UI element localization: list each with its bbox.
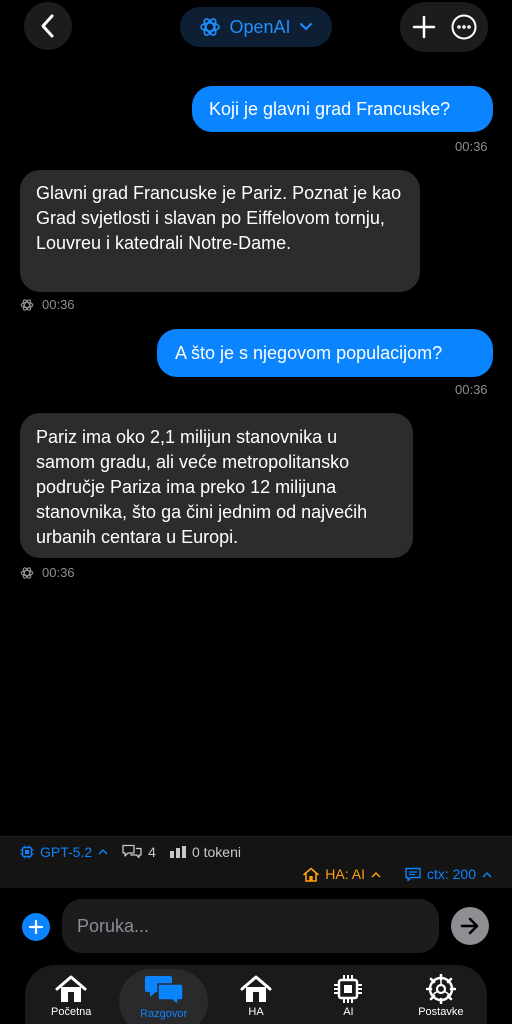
home-icon bbox=[240, 975, 272, 1002]
tab-label: Razgovor bbox=[140, 1008, 188, 1020]
chip-icon bbox=[334, 975, 363, 1003]
tab-label: Početna bbox=[51, 1006, 92, 1018]
header: OpenAI bbox=[0, 0, 512, 56]
chevron-left-icon bbox=[41, 14, 54, 38]
message-text-icon bbox=[405, 867, 421, 881]
openai-logo-icon bbox=[200, 18, 221, 36]
home-icon bbox=[303, 867, 320, 882]
tab-label: HA bbox=[248, 1006, 264, 1018]
assistant-message[interactable]: Pariz ima oko 2,1 milijun stanovnika u s… bbox=[20, 413, 413, 558]
assistant-meta: 00:36 bbox=[20, 565, 75, 580]
tab-label: Postavke bbox=[418, 1006, 464, 1018]
tab-label: AI bbox=[343, 1006, 354, 1018]
chevron-up-icon bbox=[371, 871, 381, 878]
ha-mode-selector[interactable]: HA: AI bbox=[303, 866, 381, 882]
bar-chart-icon bbox=[169, 845, 186, 858]
message-count-value: 4 bbox=[148, 843, 156, 860]
ha-mode-label: HA: AI bbox=[325, 866, 365, 882]
chat-bubbles-icon bbox=[144, 976, 184, 1006]
message-time: 00:36 bbox=[42, 565, 75, 580]
message-time: 00:36 bbox=[42, 297, 75, 312]
new-chat-button[interactable] bbox=[406, 9, 442, 45]
message-time: 00:36 bbox=[455, 382, 488, 397]
header-actions bbox=[400, 2, 488, 52]
openai-logo-icon bbox=[20, 298, 34, 311]
back-button[interactable] bbox=[24, 2, 72, 50]
gear-icon bbox=[425, 974, 456, 1004]
provider-selector[interactable]: OpenAI bbox=[180, 7, 332, 47]
message-input-wrapper bbox=[62, 899, 439, 953]
message-time: 00:36 bbox=[455, 139, 488, 154]
attach-button[interactable] bbox=[22, 913, 50, 941]
token-count-value: 0 tokeni bbox=[191, 843, 241, 860]
more-button[interactable] bbox=[446, 9, 482, 45]
ellipsis-circle-icon bbox=[451, 14, 477, 40]
token-count: 0 tokeni bbox=[169, 843, 241, 860]
tab-settings[interactable]: Postavke bbox=[395, 965, 487, 1024]
chip-icon bbox=[20, 845, 34, 858]
composer bbox=[0, 896, 512, 956]
assistant-meta: 00:36 bbox=[20, 297, 75, 312]
chevron-down-icon bbox=[299, 23, 312, 31]
tab-home[interactable]: Početna bbox=[25, 965, 117, 1024]
chat-bubbles-icon bbox=[122, 844, 142, 859]
plus-icon bbox=[412, 15, 436, 39]
message-input[interactable] bbox=[62, 899, 439, 953]
tab-chat[interactable]: Razgovor bbox=[117, 965, 209, 1024]
tab-bar: Početna Razgovor HA AI Postavke bbox=[25, 965, 487, 1024]
context-status-bar: HA: AI ctx: 200 bbox=[0, 860, 512, 888]
chevron-up-icon bbox=[98, 848, 108, 855]
message-count: 4 bbox=[122, 844, 156, 860]
arrow-right-icon bbox=[460, 917, 479, 935]
user-message[interactable]: Koji je glavni grad Francuske? bbox=[192, 86, 493, 132]
home-icon bbox=[55, 975, 87, 1002]
provider-label: OpenAI bbox=[229, 16, 291, 37]
user-message[interactable]: A što je s njegovom populacijom? bbox=[157, 329, 493, 377]
tab-ha[interactable]: HA bbox=[210, 965, 302, 1024]
context-label: ctx: 200 bbox=[426, 866, 476, 882]
model-label: GPT-5.2 bbox=[40, 843, 93, 860]
tab-ai[interactable]: AI bbox=[302, 965, 394, 1024]
assistant-message[interactable]: Glavni grad Francuske je Pariz. Poznat j… bbox=[20, 170, 420, 292]
chevron-up-icon bbox=[482, 871, 492, 878]
plus-icon bbox=[29, 920, 43, 934]
send-button[interactable] bbox=[451, 907, 489, 945]
openai-logo-icon bbox=[20, 566, 34, 579]
model-selector[interactable]: GPT-5.2 bbox=[20, 844, 108, 860]
context-selector[interactable]: ctx: 200 bbox=[405, 866, 492, 882]
